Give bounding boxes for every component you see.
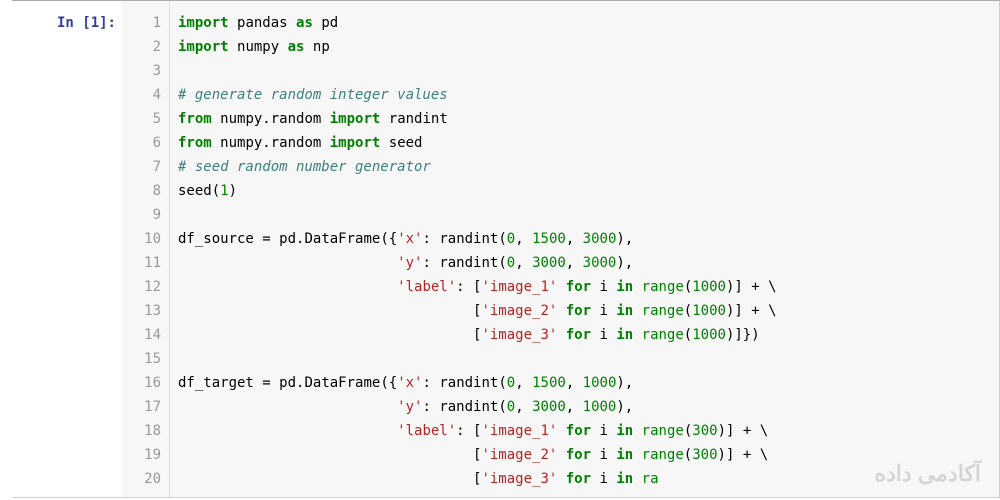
code-line[interactable]: ['image_2' for i in range(1000)] + \ <box>178 299 989 323</box>
line-number: 13 <box>122 299 161 323</box>
code-line[interactable]: df_source = pd.DataFrame({'x': randint(0… <box>178 227 989 251</box>
line-number: 16 <box>122 371 161 395</box>
line-number: 4 <box>122 83 161 107</box>
code-line[interactable]: seed(1) <box>178 179 989 203</box>
execution-prompt: In [1]: <box>16 11 116 35</box>
code-line[interactable] <box>178 203 989 227</box>
code-line[interactable]: # seed random number generator <box>178 155 989 179</box>
line-number: 18 <box>122 419 161 443</box>
line-number: 1 <box>122 11 161 35</box>
line-number: 10 <box>122 227 161 251</box>
code-line[interactable]: import pandas as pd <box>178 11 989 35</box>
line-number: 20 <box>122 467 161 491</box>
line-number: 19 <box>122 443 161 467</box>
line-number: 15 <box>122 347 161 371</box>
code-line[interactable]: 'label': ['image_1' for i in range(1000)… <box>178 275 989 299</box>
code-line[interactable]: ['image_3' for i in range(1000)]}) <box>178 323 989 347</box>
code-line[interactable]: ['image_2' for i in range(300)] + \ <box>178 443 989 467</box>
line-number: 7 <box>122 155 161 179</box>
line-number: 2 <box>122 35 161 59</box>
line-number: 8 <box>122 179 161 203</box>
code-cell: In [1]: 1234567891011121314151617181920 … <box>12 0 1000 498</box>
code-line[interactable]: 'y': randint(0, 3000, 1000), <box>178 395 989 419</box>
code-line[interactable]: 'y': randint(0, 3000, 3000), <box>178 251 989 275</box>
code-line[interactable]: from numpy.random import randint <box>178 107 989 131</box>
code-line[interactable] <box>178 59 989 83</box>
code-line[interactable] <box>178 347 989 371</box>
code-line[interactable]: df_target = pd.DataFrame({'x': randint(0… <box>178 371 989 395</box>
code-editor[interactable]: import pandas as pdimport numpy as np # g… <box>170 1 999 497</box>
line-number: 5 <box>122 107 161 131</box>
line-number: 14 <box>122 323 161 347</box>
line-number: 9 <box>122 203 161 227</box>
code-line[interactable]: 'label': ['image_1' for i in range(300)]… <box>178 419 989 443</box>
code-line[interactable]: from numpy.random import seed <box>178 131 989 155</box>
line-number: 17 <box>122 395 161 419</box>
code-line[interactable]: import numpy as np <box>178 35 989 59</box>
line-number: 6 <box>122 131 161 155</box>
line-number-gutter: 1234567891011121314151617181920 <box>122 1 170 497</box>
prompt-column: In [1]: <box>12 1 122 497</box>
code-line[interactable]: ['image_3' for i in ra <box>178 467 989 491</box>
line-number: 11 <box>122 251 161 275</box>
code-line[interactable]: # generate random integer values <box>178 83 989 107</box>
line-number: 12 <box>122 275 161 299</box>
line-number: 3 <box>122 59 161 83</box>
